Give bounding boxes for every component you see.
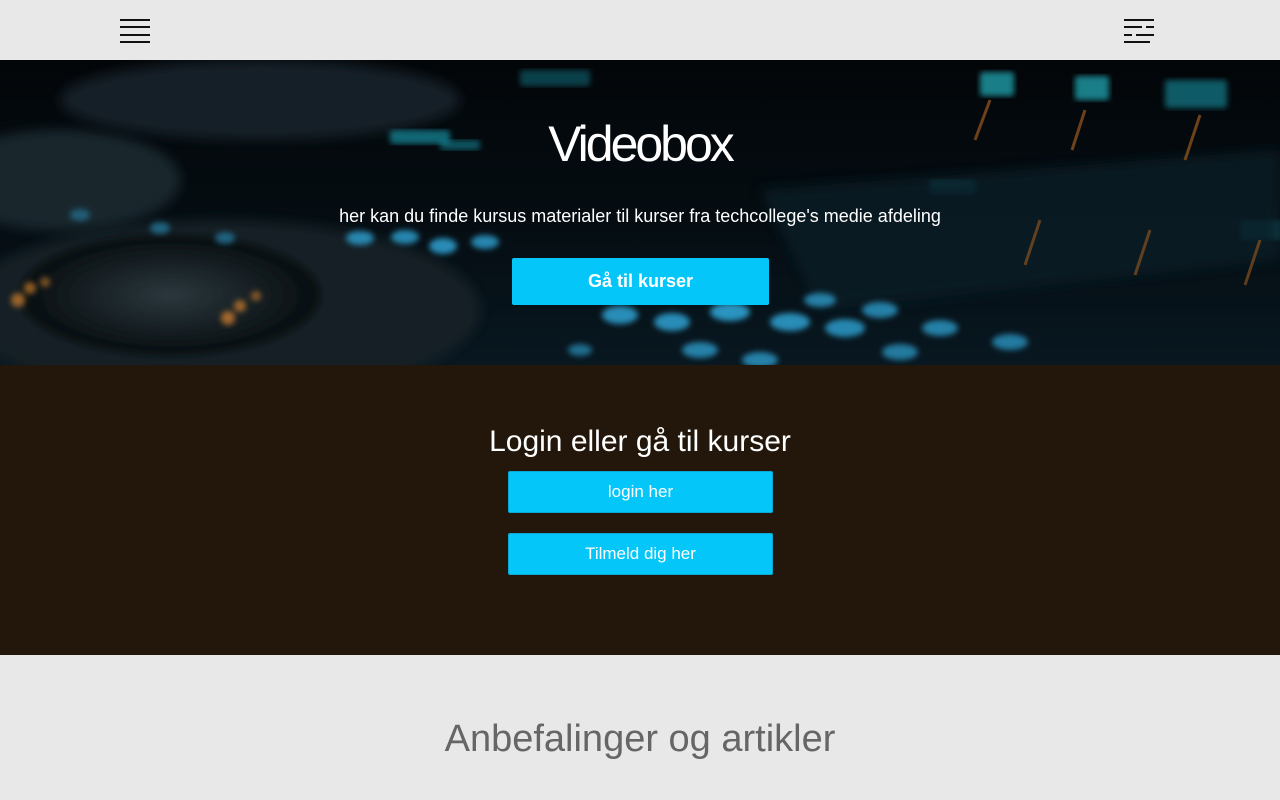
articles-heading: Anbefalinger og artikler bbox=[444, 718, 836, 760]
hamburger-menu-icon[interactable] bbox=[120, 19, 150, 44]
hero-title: Videobox bbox=[548, 116, 735, 172]
filter-sliders-icon[interactable] bbox=[1124, 19, 1154, 44]
hero-subtitle: her kan du finde kursus materialer til k… bbox=[339, 206, 941, 226]
signup-button[interactable]: Tilmeld dig her bbox=[508, 533, 773, 575]
login-heading: Login eller gå til kurser bbox=[489, 425, 791, 458]
top-navbar bbox=[0, 0, 1280, 60]
login-section: Login eller gå til kurser login her Tilm… bbox=[0, 365, 1280, 655]
hero-banner: Videobox her kan du finde kursus materia… bbox=[0, 60, 1280, 365]
articles-section: Anbefalinger og artikler bbox=[0, 655, 1280, 800]
go-to-courses-button[interactable]: Gå til kurser bbox=[512, 258, 769, 305]
login-button[interactable]: login her bbox=[508, 471, 773, 513]
